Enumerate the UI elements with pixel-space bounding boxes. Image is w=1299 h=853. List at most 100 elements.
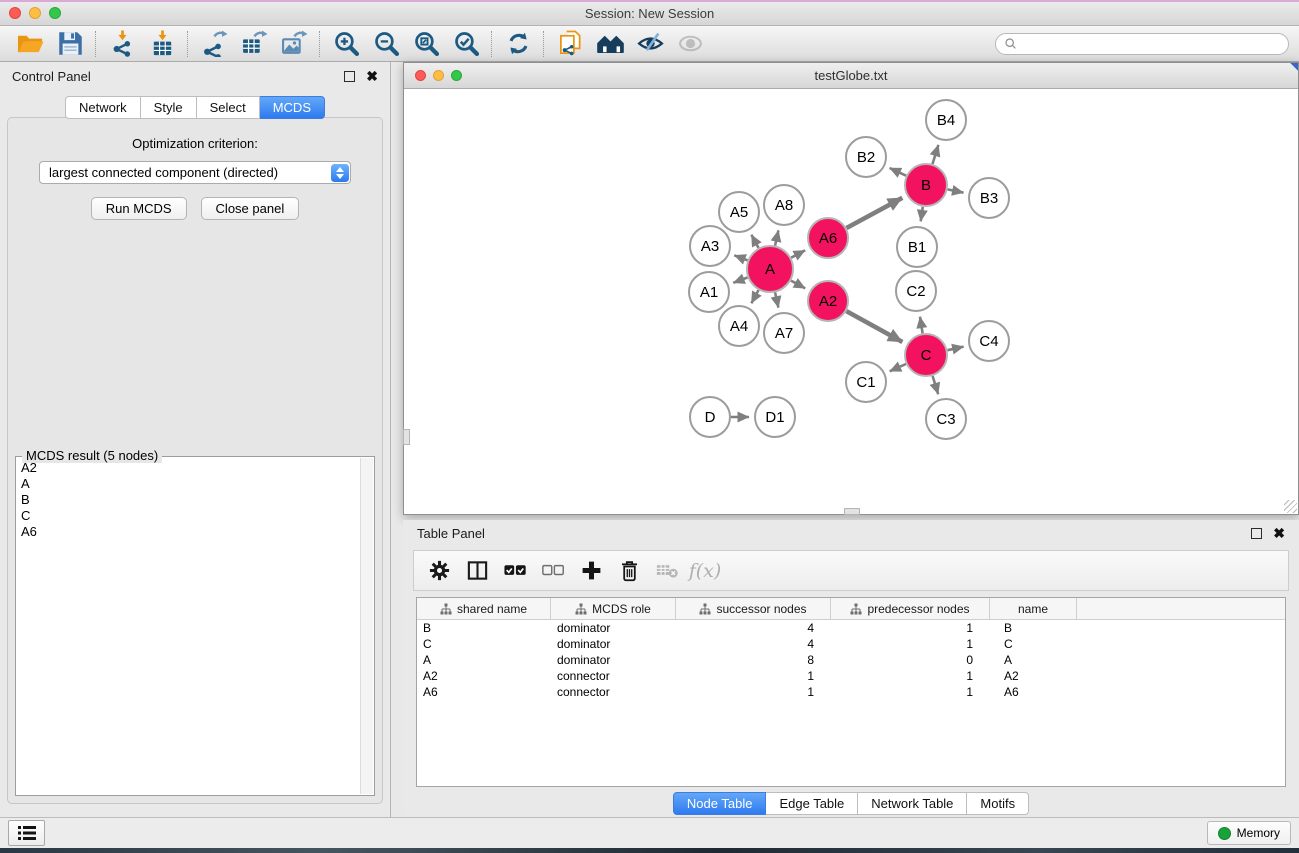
close-window-button[interactable] xyxy=(9,7,21,19)
graph-node-D[interactable]: D xyxy=(690,397,730,437)
table-settings-button[interactable] xyxy=(424,555,454,587)
network-graph[interactable]: B4 B2 B B3 A5 A8 A6 A3 B1 A A1 C2 A2 A4 … xyxy=(404,89,1297,515)
result-scrollbar[interactable] xyxy=(360,458,373,794)
graph-edge-B-B3[interactable] xyxy=(948,189,964,192)
graph-edge-A-A4[interactable] xyxy=(751,290,758,303)
criterion-select[interactable]: largest connected component (directed) xyxy=(39,161,351,184)
graph-edge-B-B2[interactable] xyxy=(890,168,907,176)
export-table-button[interactable] xyxy=(234,28,274,59)
graph-edge-C-C3[interactable] xyxy=(933,376,939,394)
table-row[interactable]: A2connector11A2 xyxy=(417,668,1285,684)
graph-node-B4[interactable]: B4 xyxy=(926,100,966,140)
result-list-item[interactable]: A6 xyxy=(17,524,360,540)
graph-node-A6[interactable]: A6 xyxy=(808,218,848,258)
graph-node-A2[interactable]: A2 xyxy=(808,281,848,321)
graph-node-C4[interactable]: C4 xyxy=(969,321,1009,361)
graph-node-A5[interactable]: A5 xyxy=(719,192,759,232)
graph-node-A1[interactable]: A1 xyxy=(689,272,729,312)
network-window-titlebar[interactable]: testGlobe.txt xyxy=(404,63,1298,89)
task-history-button[interactable] xyxy=(8,820,45,846)
tab-network[interactable]: Network xyxy=(65,96,141,119)
run-mcds-button[interactable]: Run MCDS xyxy=(91,197,187,220)
network-canvas[interactable]: B4 B2 B B3 A5 A8 A6 A3 B1 A A1 C2 A2 A4 … xyxy=(404,89,1298,514)
zoom-fit-button[interactable] xyxy=(406,28,446,59)
float-panel-icon[interactable] xyxy=(344,71,355,82)
graphics-details-button[interactable] xyxy=(630,28,670,59)
result-list-item[interactable]: C xyxy=(17,508,360,524)
table-row[interactable]: Cdominator41C xyxy=(417,636,1285,652)
network-minimize-button[interactable] xyxy=(433,70,444,81)
graph-node-C[interactable]: C xyxy=(905,334,947,376)
zoom-out-button[interactable] xyxy=(366,28,406,59)
graph-edge-A6-B[interactable] xyxy=(847,198,903,228)
graph-node-A8[interactable]: A8 xyxy=(764,185,804,225)
tab-node-table[interactable]: Node Table xyxy=(673,792,767,815)
graph-node-A7[interactable]: A7 xyxy=(764,313,804,353)
column-header-predecessor-nodes[interactable]: predecessor nodes xyxy=(831,598,990,619)
graph-edge-B-B4[interactable] xyxy=(933,145,939,164)
new-network-from-selection-button[interactable] xyxy=(550,28,590,59)
graph-edge-C-C1[interactable] xyxy=(890,364,906,371)
graph-node-B2[interactable]: B2 xyxy=(846,137,886,177)
column-header-successor-nodes[interactable]: successor nodes xyxy=(676,598,831,619)
graph-node-A4[interactable]: A4 xyxy=(719,306,759,346)
zoom-selected-button[interactable] xyxy=(446,28,486,59)
graph-node-A[interactable]: A xyxy=(747,246,793,292)
table-row[interactable]: A6connector11A6 xyxy=(417,684,1285,700)
column-header-shared-name[interactable]: shared name xyxy=(417,598,551,619)
resize-corner-grip[interactable] xyxy=(1284,500,1297,513)
app-titlebar[interactable]: Session: New Session xyxy=(0,2,1299,26)
table-float-panel-icon[interactable] xyxy=(1251,528,1262,539)
minimize-window-button[interactable] xyxy=(29,7,41,19)
result-list-item[interactable]: B xyxy=(17,492,360,508)
tab-mcds[interactable]: MCDS xyxy=(260,96,325,119)
graph-edge-B-B1[interactable] xyxy=(921,207,923,222)
export-network-button[interactable] xyxy=(194,28,234,59)
result-list-item[interactable]: A xyxy=(17,476,360,492)
delete-column-button[interactable] xyxy=(614,555,644,587)
network-zoom-button[interactable] xyxy=(451,70,462,81)
graph-edge-C-C4[interactable] xyxy=(948,347,964,351)
graph-node-D1[interactable]: D1 xyxy=(755,397,795,437)
network-close-button[interactable] xyxy=(415,70,426,81)
graph-node-C2[interactable]: C2 xyxy=(896,271,936,311)
open-session-button[interactable] xyxy=(10,28,50,59)
graph-node-A3[interactable]: A3 xyxy=(690,226,730,266)
graph-edge-A-A1[interactable] xyxy=(733,278,747,283)
tab-motifs[interactable]: Motifs xyxy=(967,792,1029,815)
export-image-button[interactable] xyxy=(274,28,314,59)
deselect-all-rows-button[interactable] xyxy=(538,555,568,587)
show-columns-button[interactable] xyxy=(462,555,492,587)
graph-node-B[interactable]: B xyxy=(905,164,947,206)
table-row[interactable]: Bdominator41B xyxy=(417,620,1285,636)
graph-node-C1[interactable]: C1 xyxy=(846,362,886,402)
column-header-mcds-role[interactable]: MCDS role xyxy=(551,598,676,619)
zoom-in-button[interactable] xyxy=(326,28,366,59)
graph-node-B3[interactable]: B3 xyxy=(969,178,1009,218)
graph-edge-A-A3[interactable] xyxy=(734,255,747,260)
column-header-name[interactable]: name xyxy=(990,598,1077,619)
refresh-button[interactable] xyxy=(498,28,538,59)
graph-edge-A-A8[interactable] xyxy=(775,230,778,245)
search-box[interactable] xyxy=(995,33,1289,55)
search-input[interactable] xyxy=(1021,36,1280,52)
graph-edge-A-A5[interactable] xyxy=(751,235,758,248)
tab-select[interactable]: Select xyxy=(197,96,260,119)
tab-edge-table[interactable]: Edge Table xyxy=(766,792,858,815)
import-network-button[interactable] xyxy=(102,28,142,59)
zoom-window-button[interactable] xyxy=(49,7,61,19)
graph-edge-A-A6[interactable] xyxy=(791,250,805,257)
graph-edge-A-A2[interactable] xyxy=(791,281,805,289)
graph-node-C3[interactable]: C3 xyxy=(926,399,966,439)
graph-node-B1[interactable]: B1 xyxy=(897,227,937,267)
close-panel-button[interactable]: Close panel xyxy=(201,197,300,220)
result-list-item[interactable]: A2 xyxy=(17,460,360,476)
table-close-panel-icon[interactable]: ✖ xyxy=(1273,526,1285,540)
close-panel-icon[interactable]: ✖ xyxy=(366,69,378,83)
select-all-rows-button[interactable] xyxy=(500,555,530,587)
memory-button[interactable]: Memory xyxy=(1207,821,1291,845)
tab-network-table[interactable]: Network Table xyxy=(858,792,967,815)
table-row[interactable]: Adominator80A xyxy=(417,652,1285,668)
import-table-button[interactable] xyxy=(142,28,182,59)
graph-edge-A-A7[interactable] xyxy=(775,292,778,307)
